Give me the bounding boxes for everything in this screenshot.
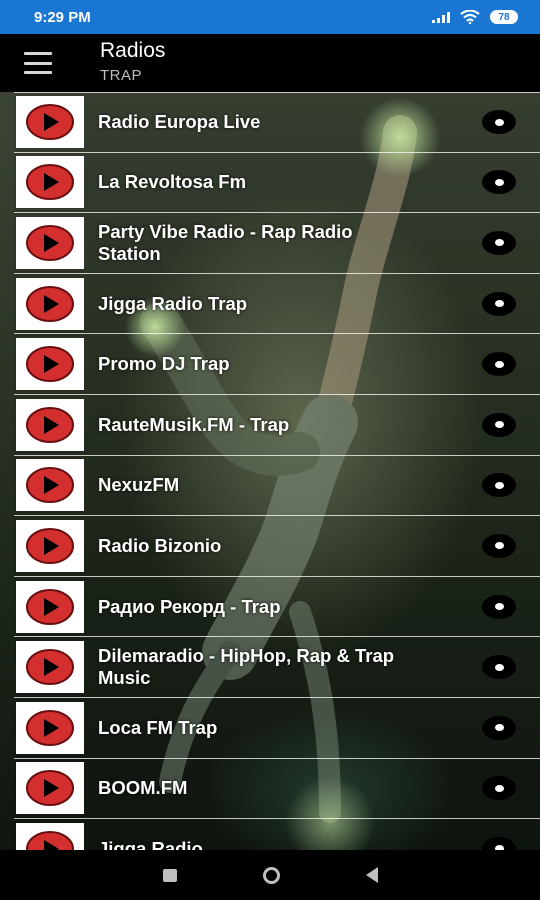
station-row[interactable]: La Revoltosa Fm [14,152,540,214]
dot-icon[interactable] [482,170,516,195]
station-thumbnail [16,519,84,572]
station-row[interactable]: Jigga Radio [14,819,540,850]
recents-square-icon[interactable] [162,868,177,882]
play-icon [26,346,74,383]
station-thumbnail [16,338,84,391]
station-row[interactable]: Party Vibe Radio - Rap Radio Station [14,213,540,274]
station-row[interactable]: Promo DJ Trap [14,334,540,395]
station-row[interactable]: RauteMusik.FM - Trap [14,394,540,456]
play-icon [26,770,74,807]
play-icon [26,830,74,850]
station-thumbnail [16,459,84,512]
station-thumbnail [16,96,84,149]
station-row[interactable]: Loca FM Trap [14,697,540,759]
play-icon [26,467,74,504]
dot-icon[interactable] [482,836,516,850]
play-icon [26,588,74,625]
station-thumbnail [16,277,84,330]
station-name: Party Vibe Radio - Rap Radio Station [98,220,353,264]
dot-icon[interactable] [482,352,516,377]
battery-icon: 78 [490,10,518,24]
hamburger-menu-icon[interactable] [24,52,52,74]
play-icon [26,709,74,746]
dot-icon[interactable] [482,533,516,558]
station-list: Radio Europa Live La Revoltosa Fm Party … [14,92,540,850]
dot-icon[interactable] [482,655,516,680]
station-row[interactable]: Radio Europa Live [14,92,540,153]
status-bar: 9:29 PM 78 [0,0,540,34]
app-bar: Radios TRAP [0,34,540,92]
station-name: Radio Europa Live [98,111,261,133]
dot-icon[interactable] [482,594,516,619]
dot-icon[interactable] [482,110,516,135]
station-thumbnail [16,701,84,754]
home-circle-icon[interactable] [262,866,280,884]
station-name: BOOM.FM [98,777,188,799]
dot-icon[interactable] [482,473,516,498]
station-name: NexuzFM [98,474,180,496]
status-time: 9:29 PM [34,8,91,26]
station-row[interactable]: Dilemaradio - HipHop, Rap & Trap Music [14,637,540,698]
station-thumbnail [16,398,84,451]
dot-icon[interactable] [482,776,516,801]
station-name: Jigga Radio Trap [98,292,248,314]
dot-icon[interactable] [482,715,516,740]
dot-icon[interactable] [482,230,516,255]
dot-icon[interactable] [482,291,516,316]
play-icon [26,224,74,261]
back-triangle-icon[interactable] [365,867,378,883]
battery-level: 78 [498,11,510,23]
station-thumbnail [16,216,84,269]
play-icon [26,164,74,201]
station-row[interactable]: Радио Рекорд - Trap [14,576,540,638]
station-row[interactable]: Radio Bizonio [14,516,540,577]
station-name: Radio Bizonio [98,534,222,556]
station-name: Loca FM Trap [98,716,218,738]
system-nav-bar [0,850,540,900]
play-icon [26,104,74,141]
app-title: Radios [100,39,166,62]
wifi-icon [460,10,480,24]
app-subtitle: TRAP [100,67,143,84]
station-thumbnail [16,156,84,209]
play-icon [26,285,74,322]
status-icons: 78 [432,10,518,24]
station-thumbnail [16,822,84,850]
signal-icon [432,11,450,23]
station-name: Jigga Radio [98,837,203,850]
station-row[interactable]: BOOM.FM [14,758,540,820]
play-icon [26,406,74,443]
station-thumbnail [16,580,84,633]
station-row[interactable]: Jigga Radio Trap [14,273,540,335]
station-name: Радио Рекорд - Trap [98,595,281,617]
station-name: Dilemaradio - HipHop, Rap & Trap Music [98,645,395,689]
station-thumbnail [16,641,84,694]
play-icon [26,527,74,564]
station-row[interactable]: NexuzFM [14,455,540,517]
dot-icon[interactable] [482,412,516,437]
station-name: RauteMusik.FM - Trap [98,413,290,435]
station-thumbnail [16,762,84,815]
station-name: La Revoltosa Fm [98,171,247,193]
station-name: Promo DJ Trap [98,353,230,375]
play-icon [26,649,74,686]
